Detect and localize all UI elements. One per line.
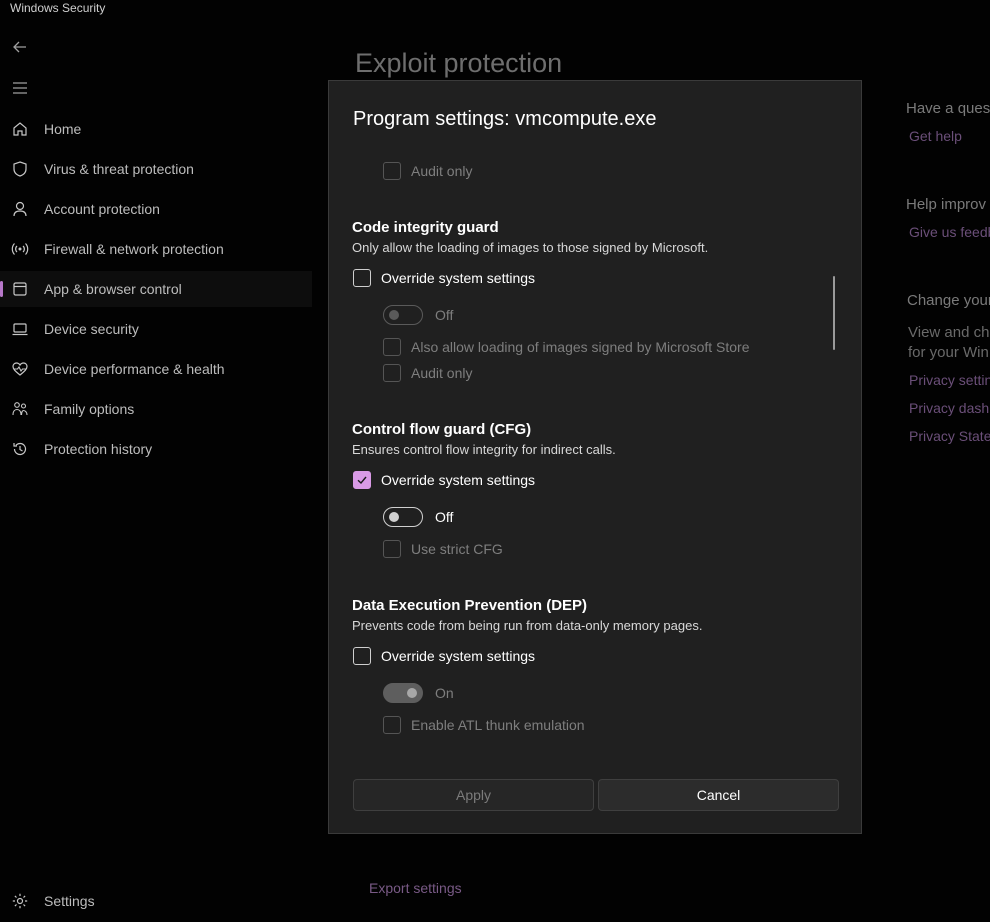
home-icon	[10, 119, 30, 139]
code-integrity-audit-checkbox[interactable]: Audit only	[383, 364, 472, 382]
sidebar-item-app-browser[interactable]: App & browser control	[0, 271, 312, 307]
change-heading: Change your	[907, 292, 990, 309]
checkbox-box	[353, 471, 371, 489]
shield-icon	[10, 159, 30, 179]
cfg-toggle[interactable]: Off	[383, 507, 453, 527]
export-settings-link[interactable]: Export settings	[369, 880, 462, 896]
toggle-switch	[383, 683, 423, 703]
checkbox-box	[383, 338, 401, 356]
code-integrity-heading: Code integrity guard	[352, 219, 499, 236]
sidebar-item-firewall[interactable]: Firewall & network protection	[0, 231, 312, 267]
sidebar-item-family[interactable]: Family options	[0, 391, 312, 427]
apply-button[interactable]: Apply	[353, 779, 594, 811]
dep-override-checkbox[interactable]: Override system settings	[353, 647, 535, 665]
sidebar-item-label: Family options	[44, 401, 135, 417]
sidebar-item-settings[interactable]: Settings	[0, 883, 312, 919]
hamburger-menu-icon	[13, 82, 27, 94]
change-text-1: View and cha	[908, 324, 990, 341]
toggle-label: Off	[435, 509, 454, 525]
sidebar-item-home[interactable]: Home	[0, 111, 312, 147]
checkbox-label: Override system settings	[381, 472, 536, 488]
dialog-title: Program settings: vmcompute.exe	[353, 108, 657, 130]
checkbox-label: Use strict CFG	[411, 541, 503, 557]
sidebar-item-label: Device security	[44, 321, 139, 337]
sidebar-item-protection-history[interactable]: Protection history	[0, 431, 312, 467]
page-title: Exploit protection	[355, 48, 563, 78]
checkbox-box	[353, 647, 371, 665]
dep-heading: Data Execution Prevention (DEP)	[352, 597, 588, 614]
checkbox-label: Also allow loading of images signed by M…	[411, 339, 750, 355]
scrollbar-thumb[interactable]	[833, 276, 835, 350]
privacy-statement-link[interactable]: Privacy Stater	[909, 428, 990, 444]
sidebar-item-label: Firewall & network protection	[44, 241, 224, 257]
code-integrity-description: Only allow the loading of images to thos…	[352, 240, 709, 255]
checkbox-label: Override system settings	[381, 270, 536, 286]
sidebar-item-label: Account protection	[44, 201, 160, 217]
allow-ms-store-checkbox[interactable]: Also allow loading of images signed by M…	[383, 338, 750, 356]
checkbox-label: Enable ATL thunk emulation	[411, 717, 585, 733]
checkbox-box	[353, 269, 371, 287]
sidebar-item-label: Settings	[44, 893, 95, 909]
code-integrity-toggle[interactable]: Off	[383, 305, 453, 325]
sidebar-item-account[interactable]: Account protection	[0, 191, 312, 227]
checkmark-icon	[357, 476, 367, 485]
menu-button[interactable]	[11, 79, 29, 97]
cfg-description: Ensures control flow integrity for indir…	[352, 442, 616, 457]
code-integrity-override-checkbox[interactable]: Override system settings	[353, 269, 535, 287]
app-window-icon	[10, 279, 30, 299]
privacy-dashboard-link[interactable]: Privacy dashb	[909, 400, 990, 416]
sidebar-item-label: Home	[44, 121, 82, 137]
laptop-icon	[10, 319, 30, 339]
feedback-link[interactable]: Give us feedb	[909, 224, 990, 240]
dep-toggle[interactable]: On	[383, 683, 454, 703]
sidebar-item-label: Device performance & health	[44, 361, 225, 377]
toggle-label: On	[435, 685, 454, 701]
question-heading: Have a quest	[906, 100, 990, 117]
toggle-switch	[383, 305, 423, 325]
get-help-link[interactable]: Get help	[909, 128, 962, 144]
dep-description: Prevents code from being run from data-o…	[352, 618, 703, 633]
strict-cfg-checkbox[interactable]: Use strict CFG	[383, 540, 503, 558]
sidebar-item-virus-threat[interactable]: Virus & threat protection	[0, 151, 312, 187]
cancel-button[interactable]: Cancel	[598, 779, 839, 811]
person-icon	[10, 199, 30, 219]
checkbox-label: Audit only	[411, 365, 473, 381]
improve-heading: Help improv	[906, 196, 987, 213]
toggle-label: Off	[435, 307, 454, 323]
change-text-2: for your Win	[908, 344, 989, 361]
checkbox-label: Override system settings	[381, 648, 536, 664]
toggle-switch	[383, 507, 423, 527]
back-button[interactable]	[11, 38, 29, 56]
gear-icon	[10, 891, 30, 911]
sidebar-item-label: Protection history	[44, 441, 153, 457]
app-title: Windows Security	[10, 1, 106, 15]
back-arrow-icon	[13, 41, 26, 53]
family-icon	[10, 399, 30, 419]
cfg-heading: Control flow guard (CFG)	[352, 421, 532, 438]
checkbox-box	[383, 540, 401, 558]
checkbox-box	[383, 364, 401, 382]
sidebar-item-label: App & browser control	[44, 281, 182, 297]
checkbox-label: Audit only	[411, 163, 473, 179]
heart-pulse-icon	[10, 359, 30, 379]
cfg-override-checkbox[interactable]: Override system settings	[353, 471, 535, 489]
sidebar-item-device-performance[interactable]: Device performance & health	[0, 351, 312, 387]
sidebar-item-device-security[interactable]: Device security	[0, 311, 312, 347]
atl-thunk-checkbox[interactable]: Enable ATL thunk emulation	[383, 716, 585, 734]
sidebar-item-label: Virus & threat protection	[44, 161, 194, 177]
privacy-settings-link[interactable]: Privacy settin	[909, 372, 990, 388]
audit-only-checkbox-top[interactable]: Audit only	[383, 162, 472, 180]
history-icon	[10, 439, 30, 459]
wifi-signal-icon	[10, 239, 30, 259]
program-settings-dialog: Program settings: vmcompute.exe Audit on…	[328, 80, 862, 834]
checkbox-box	[383, 162, 401, 180]
checkbox-box	[383, 716, 401, 734]
